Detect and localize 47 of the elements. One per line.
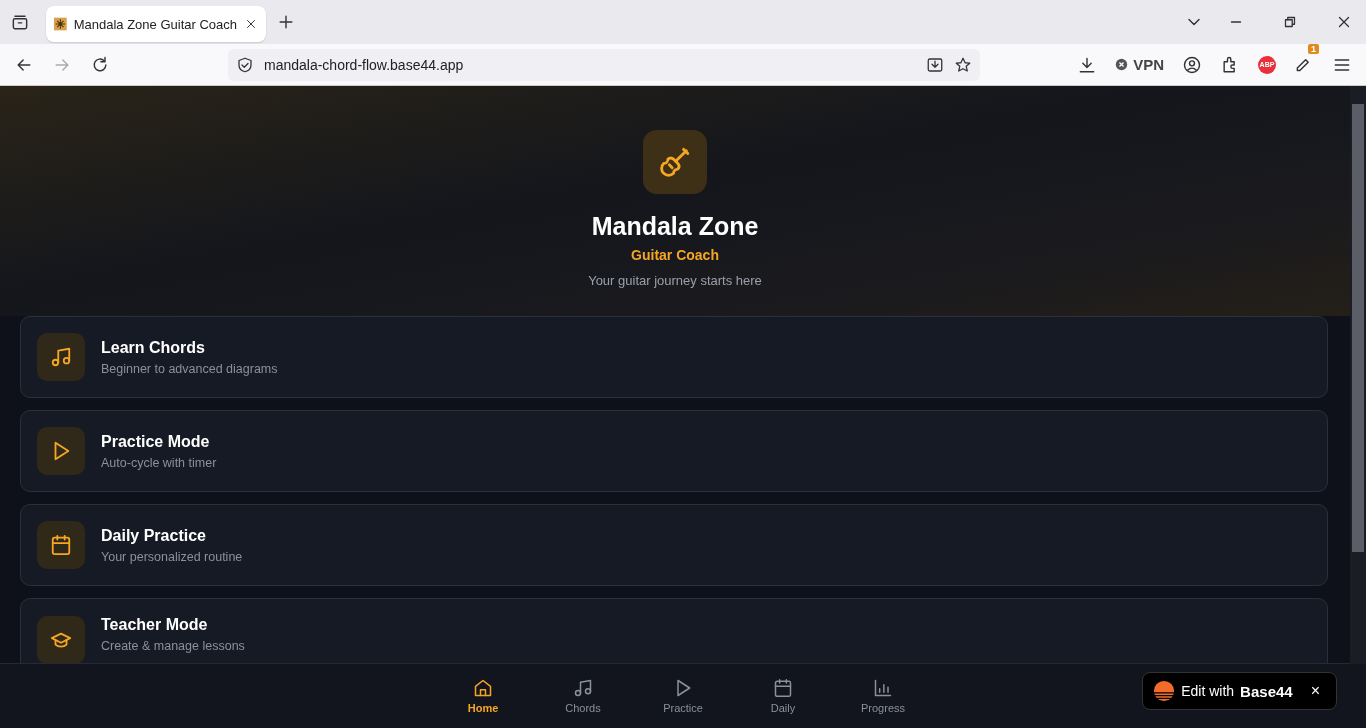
feature-card[interactable]: Daily Practice Your personalized routine [20,504,1328,586]
tab-list-icon[interactable] [10,12,30,32]
card-description: Create & manage lessons [101,639,245,653]
bar-chart-icon [873,678,893,698]
nav-tab[interactable]: Practice [653,664,713,728]
card-title: Practice Mode [101,432,211,451]
nav-tab[interactable]: Progress [853,664,913,728]
account-icon[interactable] [1182,54,1202,75]
nav-tab[interactable]: Chords [553,664,613,728]
card-title: Learn Chords [101,338,206,357]
nav-tab[interactable]: Daily [753,664,813,728]
vpn-button[interactable]: VPN [1115,56,1164,73]
card-description: Your personalized routine [101,549,243,564]
feature-card[interactable]: Teacher Mode Create & manage lessons [20,598,1328,663]
tagline: Your guitar journey starts here [588,273,762,288]
browser-tab[interactable]: Mandala Zone Guitar Coach [46,6,266,42]
card-description: Beginner to advanced diagrams [101,361,278,376]
vpn-off-icon [1115,58,1129,71]
url-text: mandala-chord-flow.base44.app [264,56,464,73]
nav-tab[interactable]: Home [453,664,513,728]
home-icon [473,678,493,698]
feature-card[interactable]: Practice Mode Auto-cycle with timer [20,410,1328,492]
app-subtitle: Guitar Coach [631,247,719,263]
close-icon[interactable] [244,17,258,31]
close-button[interactable]: × [1310,682,1320,700]
tab-title: Mandala Zone Guitar Coach [73,16,237,32]
scrollbar[interactable] [1350,86,1366,664]
card-description: Auto-cycle with timer [101,455,217,470]
guitar-icon [658,145,692,179]
badge-text: Edit with [1181,683,1235,699]
music-note-icon [573,678,593,698]
edit-badge[interactable]: Edit with Base44 × [1142,672,1337,710]
install-icon[interactable] [926,55,944,74]
brand-name: Base44 [1240,682,1293,700]
app-title: Mandala Zone [591,212,759,241]
notification-badge: 1 [1308,43,1319,54]
calendar-icon [50,534,72,556]
mandala-icon [54,16,67,32]
card-title: Teacher Mode [101,616,209,634]
address-bar[interactable]: mandala-chord-flow.base44.app [228,48,980,81]
sun-logo-icon [1153,680,1176,702]
shield-icon [236,55,254,74]
music-note-icon [50,346,72,368]
feature-card[interactable]: Learn Chords Beginner to advanced diagrams [20,316,1328,398]
star-icon[interactable] [954,55,972,74]
card-title: Daily Practice [101,526,207,545]
calendar-icon [773,678,793,698]
